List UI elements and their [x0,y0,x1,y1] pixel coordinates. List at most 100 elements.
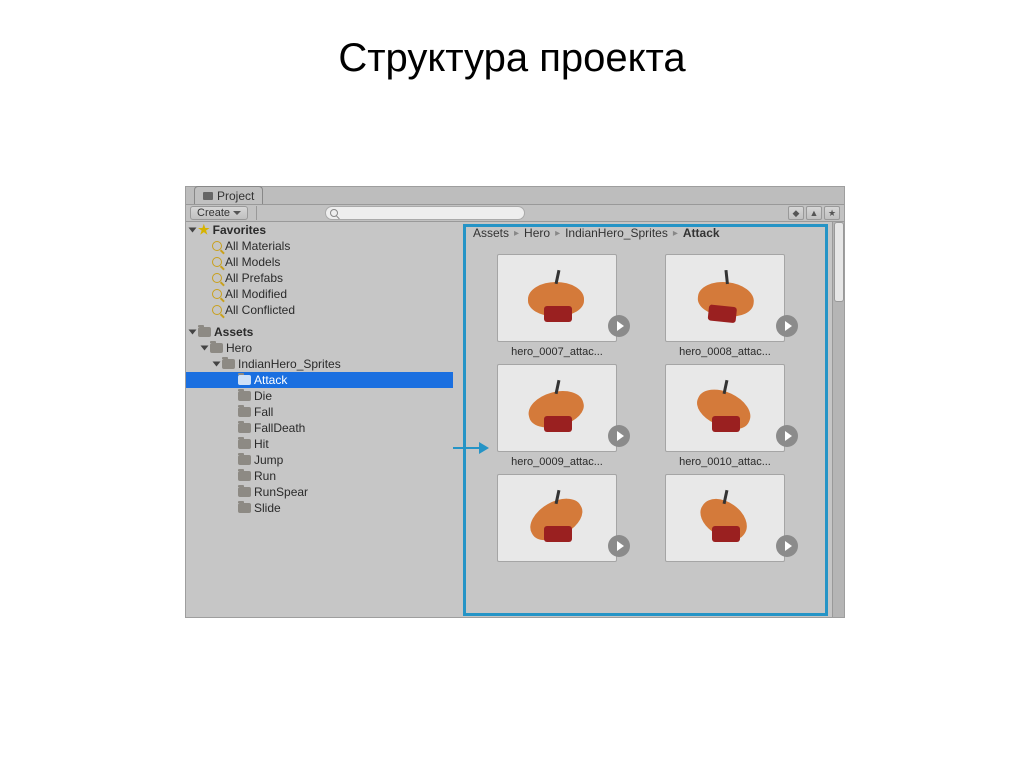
favorites-item[interactable]: All Modified [186,286,453,302]
search-icon [212,273,222,283]
search-icon [212,257,222,267]
favorites-item[interactable]: All Models [186,254,453,270]
folder-label: Die [254,389,272,403]
folder-icon [222,359,235,369]
breadcrumb-item[interactable]: IndianHero_Sprites [565,226,668,240]
asset-label: hero_0007_attac... [511,346,603,358]
divider [256,206,257,220]
folder-label: Hit [254,437,269,451]
sprite-preview [522,270,592,326]
tool-icons: ◆ ▲ ★ [788,206,840,220]
slide-title: Структура проекта [0,36,1024,81]
filter-button[interactable]: ◆ [788,206,804,220]
fav-label: All Modified [225,287,287,301]
asset-thumb [665,474,785,562]
folder-icon [238,375,251,385]
tab-label: Project [217,189,254,203]
asset-item[interactable]: hero_0007_attac... [483,254,631,358]
folder-icon [238,471,251,481]
tree-folder-sprites[interactable]: IndianHero_Sprites [186,356,453,372]
favorite-button[interactable]: ★ [824,206,840,220]
folder-icon [203,192,213,200]
tree-folder[interactable]: Run [186,468,453,484]
tree-folder[interactable]: Fall [186,404,453,420]
folder-label: Run [254,469,276,483]
create-button[interactable]: Create [190,206,248,220]
folder-icon [238,407,251,417]
tree-folder-hero[interactable]: Hero [186,340,453,356]
favorites-item[interactable]: All Materials [186,238,453,254]
folder-label: Slide [254,501,281,515]
asset-thumb [497,364,617,452]
folder-icon [210,343,223,353]
asset-item[interactable]: hero_0008_attac... [651,254,799,358]
tree-folder[interactable]: Die [186,388,453,404]
create-label: Create [197,207,230,219]
folder-label: Fall [254,405,273,419]
sprite-preview [522,380,592,436]
asset-item[interactable]: hero_0009_attac... [483,364,631,468]
fav-label: All Materials [225,239,290,253]
project-tab[interactable]: Project [194,186,263,204]
asset-item[interactable] [483,474,631,566]
asset-item[interactable]: hero_0010_attac... [651,364,799,468]
folder-icon [198,327,211,337]
scroll-thumb[interactable] [834,222,844,302]
asset-grid: hero_0007_attac... hero_0008_attac... he… [483,254,799,566]
folder-icon [238,503,251,513]
play-icon [608,535,630,557]
caret-icon [189,330,197,335]
breadcrumb: Assets ▸ Hero ▸ IndianHero_Sprites ▸ Att… [473,226,720,240]
asset-label: hero_0009_attac... [511,456,603,468]
fav-label: All Prefabs [225,271,283,285]
folder-icon [238,391,251,401]
chevron-right-icon: ▸ [555,228,560,239]
dropdown-icon [233,211,241,215]
search-input[interactable] [325,206,525,220]
play-icon [608,315,630,337]
breadcrumb-item[interactable]: Assets [473,226,509,240]
folder-label: Attack [254,373,287,387]
caret-icon [189,228,197,233]
play-icon [776,425,798,447]
asset-thumb [497,254,617,342]
favorites-label: Favorites [213,223,266,237]
tree-folder[interactable]: RunSpear [186,484,453,500]
fav-label: All Conflicted [225,303,295,317]
fav-label: All Models [225,255,280,269]
tree-folder[interactable]: Jump [186,452,453,468]
assets-header[interactable]: Assets [186,324,453,340]
play-icon [608,425,630,447]
folder-label: RunSpear [254,485,308,499]
favorites-item[interactable]: All Conflicted [186,302,453,318]
folder-label: FallDeath [254,421,305,435]
account-button[interactable]: ▲ [806,206,822,220]
project-panel: Project Create ◆ ▲ ★ ★ Favorites All Mat… [185,186,845,618]
sprite-preview [690,380,760,436]
asset-item[interactable] [651,474,799,566]
tree-folder-attack[interactable]: Attack [186,372,453,388]
assets-label: Assets [214,325,253,339]
folder-icon [238,439,251,449]
tree-folder[interactable]: Hit [186,436,453,452]
folder-icon [238,423,251,433]
play-icon [776,535,798,557]
callout-arrow [453,447,487,449]
sprite-preview [687,266,762,329]
favorites-header[interactable]: ★ Favorites [186,222,453,238]
breadcrumb-item[interactable]: Hero [524,226,550,240]
star-icon: ★ [198,222,210,238]
search-icon [330,209,338,217]
folder-label: Jump [254,453,283,467]
breadcrumb-current: Attack [683,226,720,240]
search-icon [212,305,222,315]
chevron-right-icon: ▸ [514,228,519,239]
asset-grid-pane: Assets ▸ Hero ▸ IndianHero_Sprites ▸ Att… [453,222,844,617]
asset-label: hero_0010_attac... [679,456,771,468]
tree-folder[interactable]: Slide [186,500,453,516]
tree-folder[interactable]: FallDeath [186,420,453,436]
asset-label: hero_0008_attac... [679,346,771,358]
grid-scrollbar[interactable] [832,222,844,617]
folder-tree: ★ Favorites All Materials All Models All… [186,222,453,617]
favorites-item[interactable]: All Prefabs [186,270,453,286]
